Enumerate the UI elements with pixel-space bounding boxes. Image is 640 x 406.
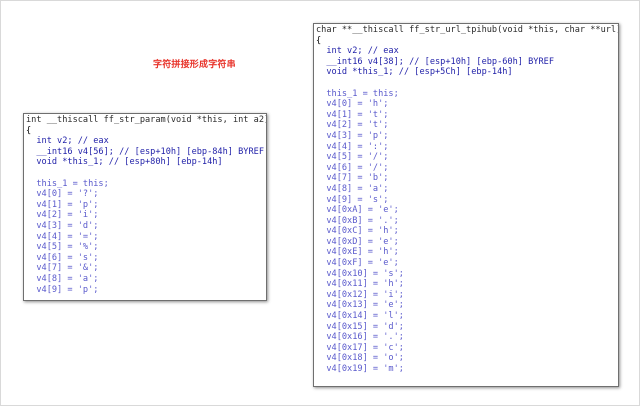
code-line: v4[0x19] = 'm'; [316, 364, 404, 374]
code-line: v4[7] = '&'; [26, 263, 99, 274]
code-line: v4[0x18] = 'o'; [316, 353, 404, 364]
code-panel-ff-str-url-tpihub[interactable]: char **__thiscall ff_str_url_tpihub(void… [313, 23, 619, 387]
code-line: v4[3] = 'p'; [316, 130, 389, 141]
code-line: this_1 = this; [316, 88, 399, 99]
code-line: v4[0x13] = 'e'; [316, 300, 404, 311]
code-line: v4[8] = 'a'; [26, 273, 99, 284]
code-line: v4[6] = '/'; [316, 162, 389, 173]
code-line: v4[0x10] = 's'; [316, 268, 404, 279]
code-line: v4[8] = 'a'; [316, 183, 389, 194]
code-line: v4[4] = '='; [26, 231, 99, 242]
code-line: void *this_1; // [esp+5Ch] [ebp-14h] [316, 67, 513, 78]
code-line: v4[0x14] = 'l'; [316, 311, 404, 322]
code-line: int v2; // eax [26, 136, 109, 147]
code-line: v4[9] = 's'; [316, 194, 389, 205]
code-line: __int16 v4[38]; // [esp+10h] [ebp-60h] B… [316, 56, 554, 67]
code-line: __int16 v4[56]; // [esp+10h] [ebp-84h] B… [26, 146, 264, 157]
code-line: v4[6] = 's'; [26, 252, 99, 263]
code-line: v4[0xC] = 'h'; [316, 226, 399, 237]
function-signature: int __thiscall ff_str_param(void *this, … [26, 115, 267, 125]
code-line: v4[0x15] = 'd'; [316, 321, 404, 332]
code-line: v4[0xF] = 'e'; [316, 258, 399, 269]
screenshot-canvas: 字符拼接形成字符串 int __thiscall ff_str_param(vo… [0, 0, 640, 406]
code-line: v4[0] = '?'; [26, 189, 99, 200]
code-line: v4[5] = '%'; [26, 242, 99, 253]
code-line: v4[4] = ':'; [316, 141, 389, 152]
code-panel-ff-str-param[interactable]: int __thiscall ff_str_param(void *this, … [23, 113, 267, 301]
code-line: v4[0x12] = 'i'; [316, 289, 404, 300]
code-line: v4[9] = 'p'; [26, 284, 99, 295]
code-line: v4[0xB] = '.'; [316, 215, 399, 226]
code-line: v4[2] = 'i'; [26, 210, 99, 221]
function-signature: char **__thiscall ff_str_url_tpihub(void… [316, 25, 619, 35]
code-line: v4[0xD] = 'e'; [316, 236, 399, 247]
code-line: v4[1] = 'p'; [26, 199, 99, 210]
code-line: void *this_1; // [esp+80h] [ebp-14h] [26, 157, 223, 168]
code-line: v4[0xE] = 'h'; [316, 247, 399, 258]
code-line: v4[0xA] = 'e'; [316, 205, 399, 216]
code-line: this_1 = this; [26, 178, 109, 189]
code-line: v4[3] = 'd'; [26, 220, 99, 231]
caption-label: 字符拼接形成字符串 [153, 60, 236, 70]
code-line: v4[0] = 'h'; [316, 99, 389, 110]
code-line: v4[0x16] = '.'; [316, 332, 404, 343]
code-line: int v2; // eax [316, 46, 399, 57]
code-line: v4[7] = 'b'; [316, 173, 389, 184]
code-line: v4[1] = 't'; [316, 109, 389, 120]
code-line: v4[0x11] = 'h'; [316, 279, 404, 290]
code-line: v4[0x17] = 'c'; [316, 342, 404, 353]
brace-open: { [316, 35, 322, 46]
code-line: v4[2] = 't'; [316, 120, 389, 131]
code-listing: int __thiscall ff_str_param(void *this, … [24, 114, 266, 295]
brace-open: { [26, 125, 32, 136]
code-listing: char **__thiscall ff_str_url_tpihub(void… [314, 24, 618, 375]
code-line: v4[5] = '/'; [316, 152, 389, 163]
